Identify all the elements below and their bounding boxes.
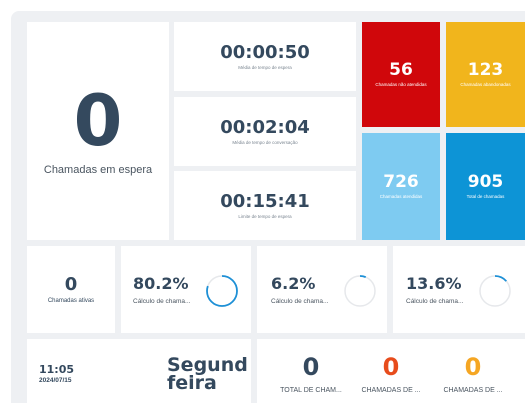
avg-talk-time-value: 00:02:04	[220, 116, 310, 138]
counter-3-caption: CHAMADAS DE ...	[443, 387, 503, 394]
missed-calls-value: 56	[389, 60, 413, 80]
counter-3-value: 0	[464, 353, 482, 381]
counter-2-caption: CHAMADAS DE ...	[361, 387, 421, 394]
avg-wait-time-value: 00:00:50	[220, 41, 310, 63]
total-calls-tile: 905 Total de chamadas	[446, 133, 525, 240]
percent-value-2: 6.2%	[271, 274, 316, 293]
calls-waiting-label: Chamadas em espera	[43, 164, 153, 176]
percent-donut-3	[479, 275, 511, 307]
wait-limit-caption: Limite de tempo de espera	[238, 213, 292, 219]
missed-calls-tile: 56 Chamadas não atendidas	[362, 22, 440, 127]
total-calls-caption: Total de chamadas	[466, 194, 505, 199]
percent-card-3: 13.6% Cálculo de chama...	[393, 246, 525, 333]
missed-calls-caption: Chamadas não atendidas	[375, 82, 427, 87]
clock-weekday-line2: feira	[167, 372, 217, 394]
total-calls-value: 905	[467, 172, 504, 192]
abandoned-calls-caption: Chamadas abandonadas	[460, 82, 511, 87]
wait-limit-value: 00:15:41	[220, 190, 310, 212]
avg-talk-time-caption: Média de tempo de conversação	[232, 139, 298, 145]
abandoned-calls-tile: 123 Chamadas abandonadas	[446, 22, 525, 127]
answered-calls-caption: Chamadas atendidas	[379, 194, 423, 199]
counter-2-value: 0	[382, 353, 400, 381]
clock-time: 11:05	[39, 363, 75, 376]
answered-calls-value: 726	[383, 172, 419, 192]
active-calls-label: Chamadas ativas	[47, 297, 95, 304]
donut-track	[344, 275, 376, 307]
active-calls-count: 0	[64, 273, 78, 295]
percent-value-1: 80.2%	[133, 274, 189, 293]
active-calls-card: 0 Chamadas ativas	[27, 246, 115, 333]
avg-wait-time-caption: Média de tempo de espera	[238, 64, 292, 70]
answered-calls-tile: 726 Chamadas atendidas	[362, 133, 440, 240]
percent-donut-2	[344, 275, 376, 307]
percent-caption-3: Cálculo de chama...	[406, 298, 464, 305]
counter-total-value: 0	[302, 353, 320, 381]
calls-waiting-count: 0	[73, 80, 123, 162]
percent-card-2: 6.2% Cálculo de chama...	[257, 246, 387, 333]
percent-value-3: 13.6%	[406, 274, 462, 293]
avg-wait-time-card: 00:00:50 Média de tempo de espera	[174, 22, 356, 91]
abandoned-calls-value: 123	[467, 60, 504, 80]
clock-card: 11:05 2024/07/15 Segund feira	[27, 339, 251, 403]
percent-caption-1: Cálculo de chama...	[133, 298, 191, 305]
wait-limit-card: 00:15:41 Limite de tempo de espera	[174, 171, 356, 240]
counters-card: 0 TOTAL DE CHAM... 0 CHAMADAS DE ... 0 C…	[257, 339, 525, 403]
clock-date: 2024/07/15	[39, 377, 72, 384]
counter-total-caption: TOTAL DE CHAM...	[280, 387, 342, 394]
percent-card-1: 80.2% Cálculo de chama...	[121, 246, 251, 333]
percent-caption-2: Cálculo de chama...	[271, 298, 329, 305]
percent-donut-1	[206, 275, 238, 307]
calls-waiting-card: 0 Chamadas em espera	[27, 22, 169, 240]
avg-talk-time-card: 00:02:04 Média de tempo de conversação	[174, 97, 356, 166]
